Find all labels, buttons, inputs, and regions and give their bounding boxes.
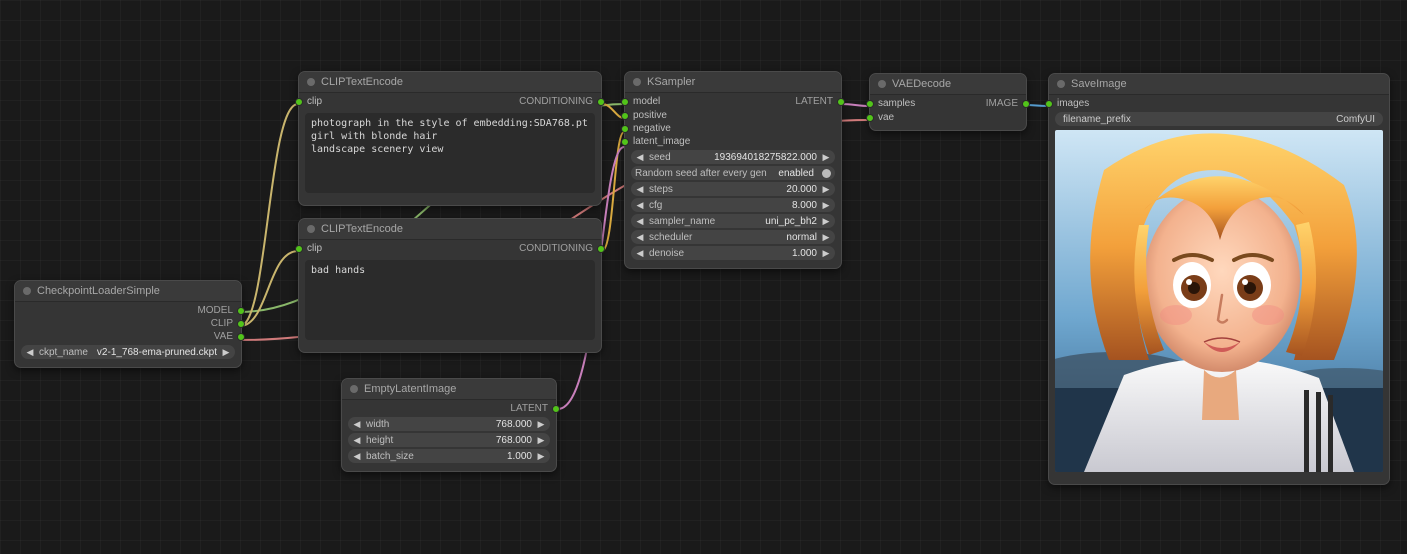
collapse-dot[interactable]: [633, 78, 641, 86]
port-dot-icon[interactable]: [866, 100, 874, 108]
prompt-textarea[interactable]: bad hands: [305, 260, 595, 340]
filename-prefix-field[interactable]: filename_prefix ComfyUI: [1055, 112, 1383, 126]
input-port-clip[interactable]: clip: [299, 242, 330, 255]
node-checkpoint-loader[interactable]: CheckpointLoaderSimple MODEL CLIP VAE ◀ …: [14, 280, 242, 368]
collapse-dot[interactable]: [307, 225, 315, 233]
port-dot-icon[interactable]: [866, 114, 874, 122]
arrow-left-icon[interactable]: ◀: [352, 435, 362, 446]
sampler-name-field[interactable]: ◀ sampler_name uni_pc_bh2 ▶: [631, 214, 835, 228]
node-header[interactable]: CLIPTextEncode: [299, 219, 601, 240]
arrow-left-icon[interactable]: ◀: [352, 451, 362, 462]
input-port-positive[interactable]: positive: [625, 109, 841, 122]
arrow-right-icon[interactable]: ▶: [536, 435, 546, 446]
toggle-indicator-icon: [822, 169, 831, 178]
port-dot-icon[interactable]: [621, 98, 629, 106]
arrow-right-icon[interactable]: ▶: [821, 216, 831, 227]
output-port-vae[interactable]: VAE: [15, 330, 241, 343]
arrow-left-icon[interactable]: ◀: [635, 184, 645, 195]
input-port-samples[interactable]: samples: [870, 97, 923, 110]
node-clip-text-encode-positive[interactable]: CLIPTextEncode clip CONDITIONING photogr…: [298, 71, 602, 206]
port-dot-icon[interactable]: [237, 320, 245, 328]
node-header[interactable]: EmptyLatentImage: [342, 379, 556, 400]
node-header[interactable]: KSampler: [625, 72, 841, 93]
arrow-left-icon[interactable]: ◀: [352, 419, 362, 430]
output-port-image[interactable]: IMAGE: [978, 97, 1026, 110]
arrow-right-icon[interactable]: ▶: [536, 451, 546, 462]
arrow-right-icon[interactable]: ▶: [821, 248, 831, 259]
arrow-right-icon[interactable]: ▶: [821, 200, 831, 211]
output-port-clip[interactable]: CLIP: [15, 317, 241, 330]
port-dot-icon[interactable]: [237, 307, 245, 315]
arrow-left-icon[interactable]: ◀: [635, 200, 645, 211]
port-dot-icon[interactable]: [295, 245, 303, 253]
arrow-right-icon[interactable]: ▶: [821, 184, 831, 195]
port-dot-icon[interactable]: [1045, 100, 1053, 108]
port-dot-icon[interactable]: [621, 112, 629, 120]
node-title: CLIPTextEncode: [321, 223, 403, 235]
node-header[interactable]: CLIPTextEncode: [299, 72, 601, 93]
node-title: VAEDecode: [892, 78, 951, 90]
scheduler-field[interactable]: ◀ scheduler normal ▶: [631, 230, 835, 244]
port-dot-icon[interactable]: [621, 125, 629, 133]
ckpt-name-selector[interactable]: ◀ ckpt_name v2-1_768-ema-pruned.ckpt ▶: [21, 345, 235, 359]
input-port-images[interactable]: images: [1049, 97, 1389, 110]
output-port-conditioning[interactable]: CONDITIONING: [511, 242, 601, 255]
arrow-left-icon[interactable]: ◀: [25, 347, 35, 358]
port-dot-icon[interactable]: [597, 245, 605, 253]
input-port-latent-image[interactable]: latent_image: [625, 135, 841, 148]
port-dot-icon[interactable]: [295, 98, 303, 106]
node-header[interactable]: CheckpointLoaderSimple: [15, 281, 241, 302]
arrow-right-icon[interactable]: ▶: [536, 419, 546, 430]
node-vae-decode[interactable]: VAEDecode samples IMAGE vae: [869, 73, 1027, 131]
prompt-textarea[interactable]: photograph in the style of embedding:SDA…: [305, 113, 595, 193]
denoise-field[interactable]: ◀ denoise 1.000 ▶: [631, 246, 835, 260]
collapse-dot[interactable]: [350, 385, 358, 393]
width-field[interactable]: ◀ width 768.000 ▶: [348, 417, 550, 431]
arrow-left-icon[interactable]: ◀: [635, 232, 645, 243]
node-clip-text-encode-negative[interactable]: CLIPTextEncode clip CONDITIONING bad han…: [298, 218, 602, 353]
output-port-model[interactable]: MODEL: [15, 304, 241, 317]
arrow-right-icon[interactable]: ▶: [221, 347, 231, 358]
output-port-latent[interactable]: LATENT: [787, 95, 841, 108]
arrow-left-icon[interactable]: ◀: [635, 216, 645, 227]
input-port-model[interactable]: model: [625, 95, 668, 108]
port-dot-icon[interactable]: [1022, 100, 1030, 108]
random-seed-toggle[interactable]: Random seed after every gen enabled: [631, 166, 835, 180]
node-title: CLIPTextEncode: [321, 76, 403, 88]
arrow-left-icon[interactable]: ◀: [635, 152, 645, 163]
collapse-dot[interactable]: [878, 80, 886, 88]
node-empty-latent-image[interactable]: EmptyLatentImage LATENT ◀ width 768.000 …: [341, 378, 557, 472]
node-header[interactable]: SaveImage: [1049, 74, 1389, 95]
port-dot-icon[interactable]: [237, 333, 245, 341]
output-image-preview: [1055, 130, 1383, 472]
seed-field[interactable]: ◀ seed 193694018275822.000 ▶: [631, 150, 835, 164]
node-title: SaveImage: [1071, 78, 1127, 90]
input-port-clip[interactable]: clip: [299, 95, 330, 108]
port-dot-icon[interactable]: [597, 98, 605, 106]
output-port-latent[interactable]: LATENT: [342, 402, 556, 415]
height-field[interactable]: ◀ height 768.000 ▶: [348, 433, 550, 447]
cfg-field[interactable]: ◀ cfg 8.000 ▶: [631, 198, 835, 212]
port-dot-icon[interactable]: [621, 138, 629, 146]
arrow-left-icon[interactable]: ◀: [635, 248, 645, 259]
output-port-conditioning[interactable]: CONDITIONING: [511, 95, 601, 108]
node-header[interactable]: VAEDecode: [870, 74, 1026, 95]
port-dot-icon[interactable]: [552, 405, 560, 413]
collapse-dot[interactable]: [23, 287, 31, 295]
collapse-dot[interactable]: [307, 78, 315, 86]
arrow-right-icon[interactable]: ▶: [821, 232, 831, 243]
collapse-dot[interactable]: [1057, 80, 1065, 88]
node-save-image[interactable]: SaveImage images filename_prefix ComfyUI: [1048, 73, 1390, 485]
input-port-negative[interactable]: negative: [625, 122, 841, 135]
steps-field[interactable]: ◀ steps 20.000 ▶: [631, 182, 835, 196]
node-title: EmptyLatentImage: [364, 383, 456, 395]
node-title: KSampler: [647, 76, 695, 88]
node-ksampler[interactable]: KSampler model LATENT positive negative …: [624, 71, 842, 269]
batch-size-field[interactable]: ◀ batch_size 1.000 ▶: [348, 449, 550, 463]
port-dot-icon[interactable]: [837, 98, 845, 106]
input-port-vae[interactable]: vae: [870, 111, 1026, 124]
node-title: CheckpointLoaderSimple: [37, 285, 160, 297]
arrow-right-icon[interactable]: ▶: [821, 152, 831, 163]
